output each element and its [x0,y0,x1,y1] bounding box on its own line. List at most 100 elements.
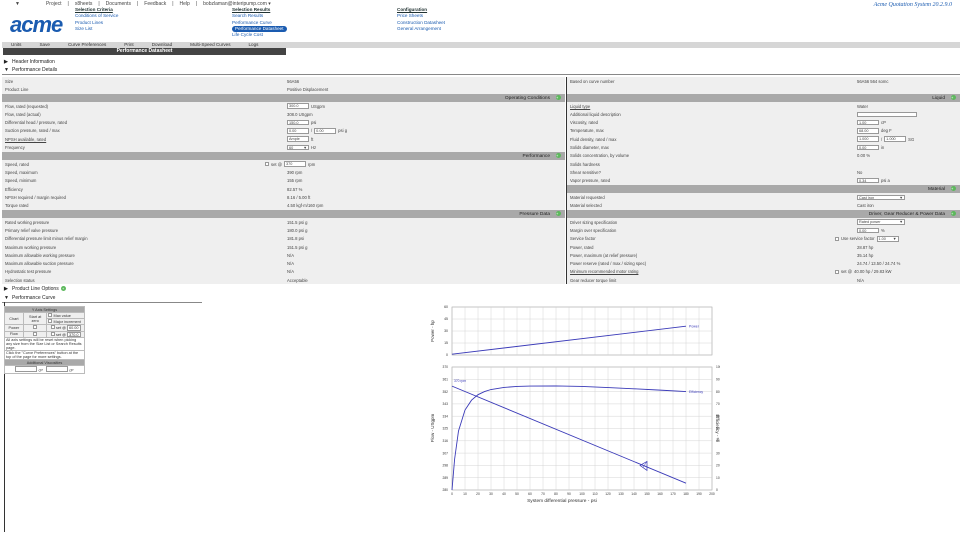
checkbox[interactable] [835,236,839,241]
flow-max-input[interactable]: 370.0 [67,331,81,337]
nav-help[interactable]: Help [180,1,190,7]
y-tick-label: 15 [444,341,448,345]
input-field[interactable] [857,111,917,118]
max-value-radio[interactable] [48,313,53,317]
unit: cP [881,120,886,126]
table-row: Power, maximum (at relief pressure) 35.14… [567,251,960,259]
row-label: Vapor pressure, rated [570,178,611,184]
input-field[interactable]: 0.00 [287,128,309,134]
set-checkbox[interactable] [50,331,55,336]
x-tick-label: 170 [670,492,676,496]
y-axis-settings-table: Y Axis Settings Chart Start at zero Max v… [4,306,85,374]
nav-feedback[interactable]: Feedback [144,1,166,7]
section-header-information[interactable]: ▶ Header Information [4,59,55,65]
chevron-down-icon: ▼ [899,220,903,225]
unit: Hz [311,145,317,151]
add-icon[interactable]: + [951,186,956,191]
menu-item[interactable]: General Arrangement [397,26,445,32]
row-label: Maximum working pressure [5,244,57,250]
value-text: 4.50 kgf·m/160 rpm [287,203,324,209]
set-checkbox[interactable] [50,325,55,329]
value-text: 82.57 % [287,186,303,192]
collapse-arrow-icon[interactable]: ▼ [15,1,20,7]
add-icon[interactable]: + [556,94,561,100]
select-dropdown[interactable]: Rated power ▼ [857,219,905,225]
input-field[interactable]: 1.000 [857,136,879,142]
input-field-2[interactable]: 0.00 [314,128,337,134]
input-field[interactable]: 68.00 [857,128,879,134]
input-field[interactable]: 1.00 [857,119,879,126]
viscosity-input-2[interactable] [46,366,69,372]
title-text: Driver, Gear Reducer & Power Data [868,211,945,217]
add-icon[interactable]: + [951,94,956,100]
input-field[interactable]: 300.0 [287,103,309,109]
add-icon[interactable]: + [60,286,66,291]
chevron-down-icon: ▼ [899,195,903,200]
input-field[interactable]: 0.00 [857,144,879,151]
table-row: Selection status Acceptable [2,276,565,284]
row-value: N/A [857,278,864,283]
row-value: 150.0 psi [287,119,316,126]
unit: cP [69,368,74,373]
add-icon[interactable]: + [556,152,561,158]
row-label[interactable]: Minimum recommended motor rating [567,269,960,274]
menu-item[interactable]: Conditions of Service [75,13,118,19]
power-max-input[interactable]: 60.00 [67,325,81,331]
row-value: 28.87 hp [857,245,873,250]
divider [2,74,960,75]
table-row: Driver sizing specification Rated power ▼ [567,218,960,226]
row-label: Power reserve (rated / max / sizing spec… [570,261,647,267]
input-field-2[interactable]: 1.000 [884,136,907,142]
input-field[interactable]: 0.00 [857,227,879,234]
select-dropdown[interactable]: 1.00 ▼ [876,236,899,242]
section-product-line-options[interactable]: ▶ Product Line Options + [4,286,66,292]
chevron-down-icon: ▼ [303,145,307,150]
x-tick-label: 0 [451,492,453,496]
nav-project[interactable]: Project [46,1,62,7]
table-row: Viscosity, rated 1.00 cP [567,118,960,126]
select-value: Rated power [859,220,881,225]
add-icon[interactable]: + [951,210,956,216]
start-zero-checkbox[interactable] [33,331,38,336]
menu-item[interactable]: Size List [75,26,118,32]
select-dropdown[interactable]: 60 ▼ [287,144,309,151]
row-label: Power, maximum (at relief pressure) [570,252,638,258]
menu-item[interactable]: Performance Curve [232,20,287,26]
row-label: Selection status [5,277,35,283]
y-axis-label: Power - hp [430,320,435,342]
row-label: Solids diameter, max [570,145,609,151]
checkbox[interactable] [265,162,269,167]
row-label[interactable]: NPSH available, rated [2,137,565,142]
logo[interactable]: acme [10,12,63,38]
value-text: 390 rpm [287,169,303,175]
row-value: 390 rpm [287,170,302,175]
menu-item[interactable]: Construction Datasheet [397,20,445,26]
select-dropdown[interactable]: Cast iron ▼ [857,194,905,201]
major-increment-radio[interactable] [48,319,53,323]
row-label: Service factor [570,236,596,242]
blank-row [567,85,960,93]
row-label: Speed, maximum [5,169,38,175]
add-icon[interactable]: + [556,210,561,216]
menu-item[interactable]: Life Cycle Cost [232,32,287,38]
input-field[interactable]: 370 [284,161,307,167]
section-performance-curve[interactable]: ▼ Performance Curve [4,295,55,301]
section-performance-details[interactable]: ▼ Performance Details [4,67,57,73]
x-tick-label: 40 [502,492,506,496]
series-label: 370 rpm [454,379,466,383]
x-tick-label: 130 [618,492,624,496]
input-field[interactable]: 0.34 [857,177,879,184]
value-text: 35.14 hp [857,252,874,258]
start-zero-checkbox[interactable] [33,325,38,330]
row-label[interactable]: Liquid type [567,104,960,109]
performance-curve-chart: 0 15 30 45 60 Power - hp Power 0 10 20 30 40 50 60 70 8… [430,305,720,504]
section-label: Performance Curve [12,295,56,301]
x-tick-label: 20 [476,492,480,496]
input-field[interactable]: Ample [287,136,309,142]
input-field[interactable]: 150.0 [287,119,309,126]
x-tick-label: 60 [528,492,532,496]
y-tick-label: 343 [442,402,448,406]
checkbox[interactable] [835,269,839,274]
collapse-icon: ▼ [4,295,9,301]
viscosity-input-1[interactable] [15,366,38,372]
